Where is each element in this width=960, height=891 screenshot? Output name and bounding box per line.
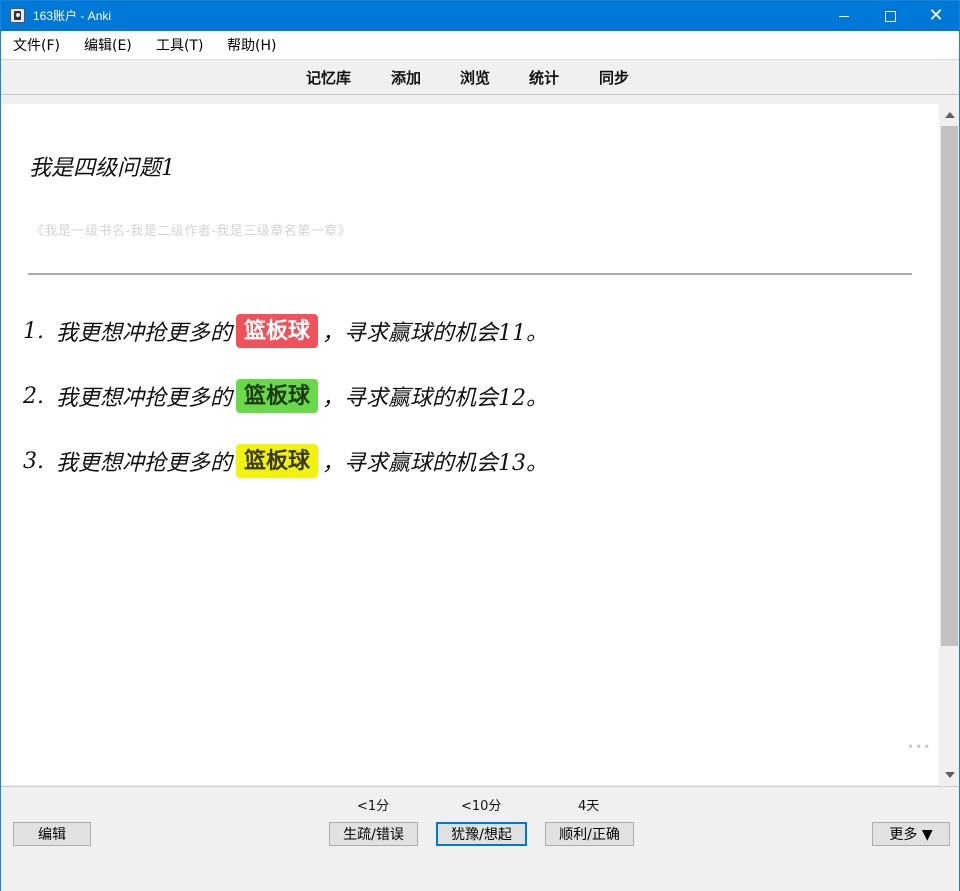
maximize-button[interactable] — [867, 1, 913, 31]
answer-number: 3. — [23, 448, 44, 474]
minimize-icon — [839, 15, 849, 17]
card-view: 我是四级问题1 《我是一级书名-我是二级作者-我是三级章名第一章》 1. 我更想… — [1, 104, 939, 785]
card-scrollbar[interactable] — [940, 104, 959, 785]
interval-good: 4天 — [578, 799, 600, 814]
good-button[interactable]: 顺利/正确 — [545, 822, 634, 846]
scroll-down-icon[interactable] — [945, 772, 955, 778]
anki-app-icon — [10, 8, 25, 23]
answer-item: 1. 我更想冲抢更多的 篮板球 ，寻求赢球的机会11。 — [23, 314, 548, 348]
toolbar-sync[interactable]: 同步 — [599, 69, 629, 87]
keyword-highlight: 篮板球 — [236, 314, 319, 348]
answer-number: 1. — [23, 318, 44, 344]
more-button[interactable]: 更多 ▼ — [872, 822, 950, 846]
answer-text-before: 我更想冲抢更多的 — [56, 321, 233, 346]
scroll-up-icon[interactable] — [945, 112, 955, 118]
menu-edit[interactable]: 编辑(E) — [84, 37, 132, 55]
toolbar-browse[interactable]: 浏览 — [460, 69, 490, 87]
toolbar-decks[interactable]: 记忆库 — [306, 69, 351, 87]
anki-window: 163账户 - Anki ✕ 文件(F) 编辑(E) 工具(T) 帮助(H) 记… — [0, 0, 960, 891]
answer-number: 2. — [23, 383, 44, 409]
hard-button[interactable]: 犹豫/想起 — [436, 822, 527, 846]
main-toolbar: 记忆库 添加 浏览 统计 同步 — [1, 60, 959, 95]
answer-text-before: 我更想冲抢更多的 — [56, 386, 233, 411]
minimize-button[interactable] — [821, 1, 867, 31]
answer-item: 3. 我更想冲抢更多的 篮板球 ，寻求赢球的机会13。 — [23, 444, 548, 478]
answer-text-before: 我更想冲抢更多的 — [56, 451, 233, 476]
keyword-highlight: 篮板球 — [236, 444, 319, 478]
answer-divider — [28, 273, 912, 275]
toolbar-add[interactable]: 添加 — [391, 69, 421, 87]
edit-button[interactable]: 编辑 — [13, 822, 91, 846]
answer-text-after: ，寻求赢球的机会13。 — [322, 451, 549, 476]
answer-text-after: ，寻求赢球的机会12。 — [322, 386, 549, 411]
close-icon: ✕ — [928, 5, 944, 26]
menu-bar: 文件(F) 编辑(E) 工具(T) 帮助(H) — [1, 31, 959, 60]
answer-item: 2. 我更想冲抢更多的 篮板球 ，寻求赢球的机会12。 — [23, 379, 548, 413]
resize-dots-icon: ••• — [907, 740, 932, 754]
card-question: 我是四级问题1 — [29, 156, 175, 181]
menu-tools[interactable]: 工具(T) — [156, 37, 203, 55]
window-title: 163账户 - Anki — [33, 9, 112, 23]
card-source: 《我是一级书名-我是二级作者-我是三级章名第一章》 — [31, 224, 352, 239]
interval-again: <1分 — [357, 799, 390, 814]
menu-help[interactable]: 帮助(H) — [227, 37, 276, 55]
title-bar: 163账户 - Anki ✕ — [1, 1, 959, 31]
keyword-highlight: 篮板球 — [236, 379, 319, 413]
scrollbar-thumb[interactable] — [941, 126, 958, 646]
answer-text-after: ，寻求赢球的机会11。 — [322, 321, 549, 346]
toolbar-stats[interactable]: 统计 — [529, 69, 559, 87]
menu-file[interactable]: 文件(F) — [13, 37, 60, 55]
interval-hard: <10分 — [461, 799, 502, 814]
maximize-icon — [884, 10, 896, 22]
review-bottom-bar: 编辑 <1分 <10分 4天 生疏/错误 犹豫/想起 顺利/正确 更多 ▼ — [1, 786, 959, 891]
close-button[interactable]: ✕ — [913, 1, 959, 31]
again-button[interactable]: 生疏/错误 — [329, 822, 418, 846]
